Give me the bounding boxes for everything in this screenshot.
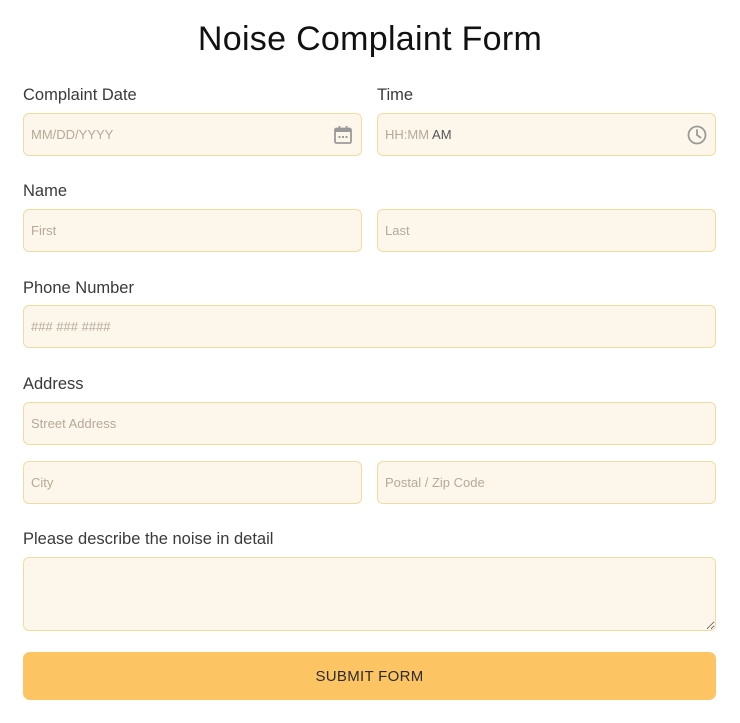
noise-description-textarea[interactable] [23, 557, 716, 631]
description-label: Please describe the noise in detail [23, 530, 274, 548]
postal-code-input[interactable] [377, 461, 716, 504]
first-name-input[interactable] [23, 209, 362, 252]
complaint-date-label: Complaint Date [23, 86, 137, 104]
phone-number-label: Phone Number [23, 279, 134, 297]
form-title: Noise Complaint Form [197, 20, 543, 58]
last-name-input[interactable] [377, 209, 716, 252]
phone-number-input[interactable] [23, 305, 716, 348]
time-field[interactable]: HH:MM AM [377, 113, 716, 156]
calendar-icon[interactable] [332, 124, 354, 146]
city-input[interactable] [23, 461, 362, 504]
time-label: Time [377, 86, 414, 104]
name-label: Name [23, 182, 68, 200]
complaint-date-placeholder: MM/DD/YYYY [31, 127, 114, 142]
time-placeholder: HH:MM [385, 127, 430, 142]
submit-form-button[interactable]: SUBMIT FORM [23, 652, 716, 700]
address-label: Address [23, 375, 84, 393]
street-address-input[interactable] [23, 402, 716, 445]
am-pm-toggle[interactable]: AM [432, 127, 452, 142]
complaint-date-field[interactable]: MM/DD/YYYY [23, 113, 362, 156]
clock-icon[interactable] [686, 124, 708, 146]
